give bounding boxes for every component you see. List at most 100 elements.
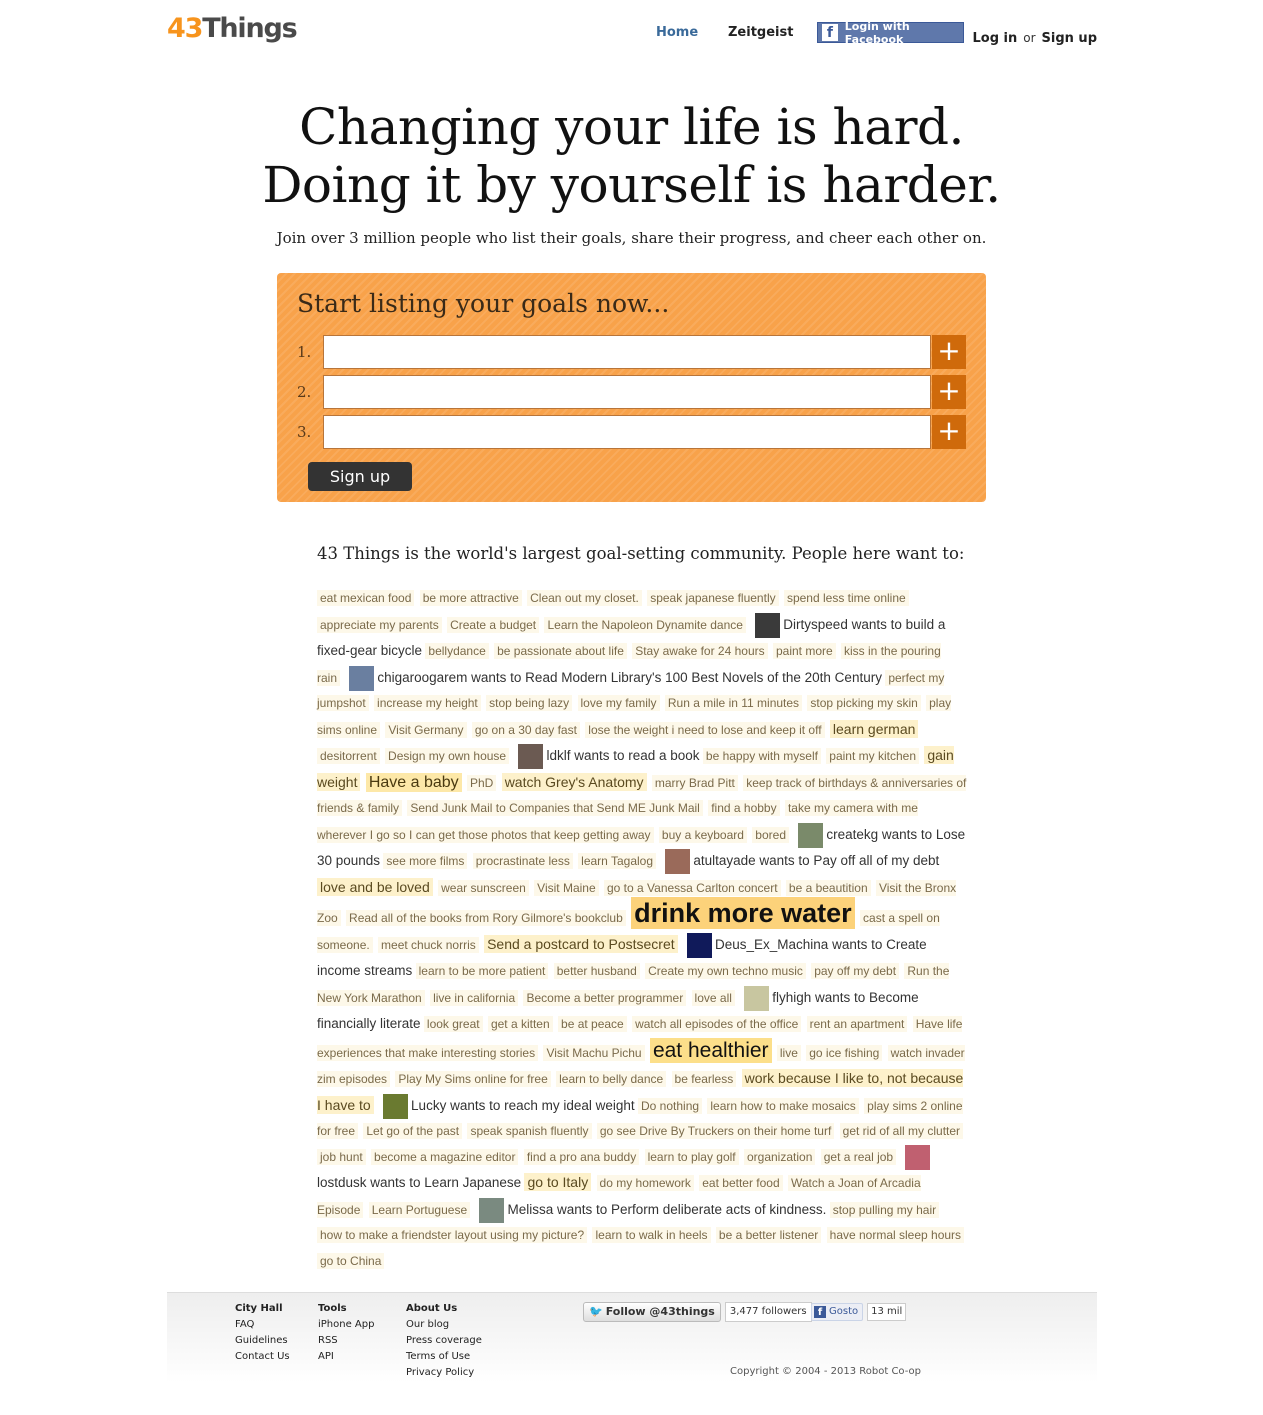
goal-tag[interactable]: learn to be more patient (415, 963, 549, 979)
goal-tag[interactable]: meet chuck norris (378, 936, 479, 953)
goal-tag[interactable]: stop being lazy (486, 695, 573, 711)
goal-tag[interactable]: learn how to make mosaics (707, 1097, 859, 1114)
goal-tag[interactable]: Design my own house (385, 748, 510, 764)
user-avatar[interactable] (798, 822, 824, 848)
goal-tag[interactable]: be fearless (671, 1071, 737, 1087)
goal-tag[interactable]: be a beautition (785, 879, 871, 896)
goal-input-3[interactable] (323, 415, 931, 449)
footer-link-terms[interactable]: Terms of Use (406, 1349, 482, 1365)
goal-tag[interactable]: bellydance (425, 643, 489, 659)
goal-tag[interactable]: Learn Portuguese (368, 1201, 471, 1218)
signup-link[interactable]: Sign up (1042, 31, 1097, 46)
goal-tag[interactable]: stop picking my skin (807, 695, 921, 711)
goal-tag[interactable]: be a better listener (715, 1227, 822, 1243)
goal-tag[interactable]: bored (752, 826, 789, 843)
goal-tag[interactable]: find a pro ana buddy (523, 1148, 640, 1165)
goal-tag[interactable]: learn to belly dance (556, 1071, 667, 1087)
goal-tag[interactable]: spend less time online (783, 590, 909, 606)
footer-link-privacy[interactable]: Privacy Policy (406, 1365, 482, 1381)
goal-tag[interactable]: Let go of the past (363, 1123, 463, 1139)
footer-link-faq[interactable]: FAQ (235, 1317, 290, 1333)
footer-link-blog[interactable]: Our blog (406, 1317, 482, 1333)
user-avatar[interactable] (518, 744, 544, 770)
goal-tag[interactable]: go on a 30 day fast (471, 721, 580, 738)
goal-tag[interactable]: Send Junk Mail to Companies that Send ME… (407, 800, 703, 816)
user-avatar[interactable] (744, 985, 770, 1011)
goal-tag[interactable]: see more films (383, 853, 468, 869)
goal-tag[interactable]: look great (423, 1016, 483, 1032)
goal-tag[interactable]: how to make a friendster layout using my… (317, 1227, 588, 1243)
user-avatar[interactable] (479, 1197, 505, 1223)
goal-tag[interactable]: Read all of the books from Rory Gilmore'… (346, 910, 626, 926)
goal-input-1[interactable] (323, 335, 931, 369)
add-goal-button-3[interactable]: + (932, 415, 966, 449)
goal-tag[interactable]: become a magazine editor (371, 1148, 519, 1165)
goal-tag[interactable]: desitorrent (317, 748, 380, 764)
goal-tag[interactable]: Stay awake for 24 hours (632, 643, 768, 659)
goal-tag[interactable]: stop pulling my hair (829, 1201, 940, 1218)
goal-tag[interactable]: Run a mile in 11 minutes (664, 695, 803, 711)
goal-tag[interactable]: get a real job (820, 1148, 897, 1165)
goal-tag[interactable]: Become a better programmer (523, 989, 687, 1006)
user-avatar[interactable] (383, 1093, 409, 1119)
user-goal-entry[interactable]: Lucky wants to reach my ideal weight (411, 1098, 635, 1113)
add-goal-button-2[interactable]: + (932, 375, 966, 409)
goal-tag[interactable]: go to Italy (524, 1173, 592, 1191)
facebook-like-button[interactable]: f Gosto (811, 1303, 864, 1321)
goal-tag[interactable]: drink more water (631, 897, 855, 929)
goal-tag[interactable]: have normal sleep hours (826, 1227, 965, 1243)
goal-tag[interactable]: Clean out my closet. (527, 590, 642, 606)
goal-tag[interactable]: eat mexican food (317, 590, 415, 606)
user-avatar[interactable] (665, 849, 691, 875)
goal-tag[interactable]: get rid of all my clutter (839, 1123, 964, 1139)
goal-tag[interactable]: Visit Maine (534, 879, 599, 896)
goal-tag[interactable]: Do nothing (638, 1097, 703, 1114)
goal-tag[interactable]: love my family (577, 695, 660, 711)
footer-link-contact[interactable]: Contact Us (235, 1349, 290, 1365)
goal-input-2[interactable] (323, 375, 931, 409)
goal-tag[interactable]: better husband (553, 963, 640, 979)
user-avatar[interactable] (349, 665, 375, 691)
signup-button[interactable]: Sign up (308, 462, 412, 491)
twitter-follow-button[interactable]: 🐦 Follow @43things (583, 1302, 721, 1322)
user-goal-entry[interactable]: atultayade wants to Pay off all of my de… (693, 853, 939, 868)
goal-tag[interactable]: Have a baby (365, 772, 462, 792)
goal-tag[interactable]: pay off my debt (811, 963, 900, 979)
goal-tag[interactable]: appreciate my parents (317, 616, 442, 633)
goal-tag[interactable]: Visit Germany (385, 721, 467, 738)
goal-tag[interactable]: paint my kitchen (826, 748, 920, 764)
add-goal-button-1[interactable]: + (932, 335, 966, 369)
goal-tag[interactable]: go see Drive By Truckers on their home t… (596, 1123, 835, 1139)
facebook-login-button[interactable]: f Login with Facebook (817, 20, 964, 46)
nav-zeitgeist-link[interactable]: Zeitgeist (728, 25, 793, 40)
goal-tag[interactable]: marry Brad Pitt (651, 774, 738, 791)
goal-tag[interactable]: Visit Machu Pichu (543, 1044, 645, 1061)
goal-tag[interactable]: eat healthier (649, 1037, 772, 1063)
goal-tag[interactable]: Learn the Napoleon Dynamite dance (544, 616, 746, 633)
goal-tag[interactable]: procrastinate less (472, 853, 573, 869)
goal-tag[interactable]: be passionate about life (494, 643, 627, 659)
goal-tag[interactable]: Play My Sims online for free (395, 1071, 551, 1087)
footer-link-api[interactable]: API (318, 1349, 374, 1365)
goal-tag[interactable]: go to China (317, 1252, 385, 1269)
goal-tag[interactable]: eat better food (699, 1175, 783, 1191)
goal-tag[interactable]: be at peace (558, 1016, 627, 1032)
goal-tag[interactable]: live (776, 1044, 801, 1061)
goal-tag[interactable]: love all (691, 989, 735, 1006)
goal-tag[interactable]: PhD (467, 774, 497, 791)
footer-link-iphone-app[interactable]: iPhone App (318, 1317, 374, 1333)
goal-tag[interactable]: organization (743, 1148, 816, 1165)
goal-tag[interactable]: Create a budget (447, 616, 540, 633)
goal-tag[interactable]: be more attractive (419, 590, 522, 606)
goal-tag[interactable]: live in california (430, 989, 519, 1006)
goal-tag[interactable]: do my homework (596, 1175, 694, 1191)
logo[interactable]: 43Things (167, 12, 298, 46)
goal-tag[interactable]: learn Tagalog (578, 853, 657, 869)
login-link[interactable]: Log in (972, 31, 1017, 46)
goal-tag[interactable]: buy a keyboard (658, 826, 747, 843)
goal-tag[interactable]: go ice fishing (806, 1044, 883, 1061)
goal-tag[interactable]: lose the weight i need to lose and keep … (585, 721, 825, 738)
goal-tag[interactable]: job hunt (317, 1148, 366, 1165)
user-goal-entry[interactable]: lostdusk wants to Learn Japanese (317, 1175, 521, 1190)
goal-tag[interactable]: love and be loved (317, 877, 433, 896)
